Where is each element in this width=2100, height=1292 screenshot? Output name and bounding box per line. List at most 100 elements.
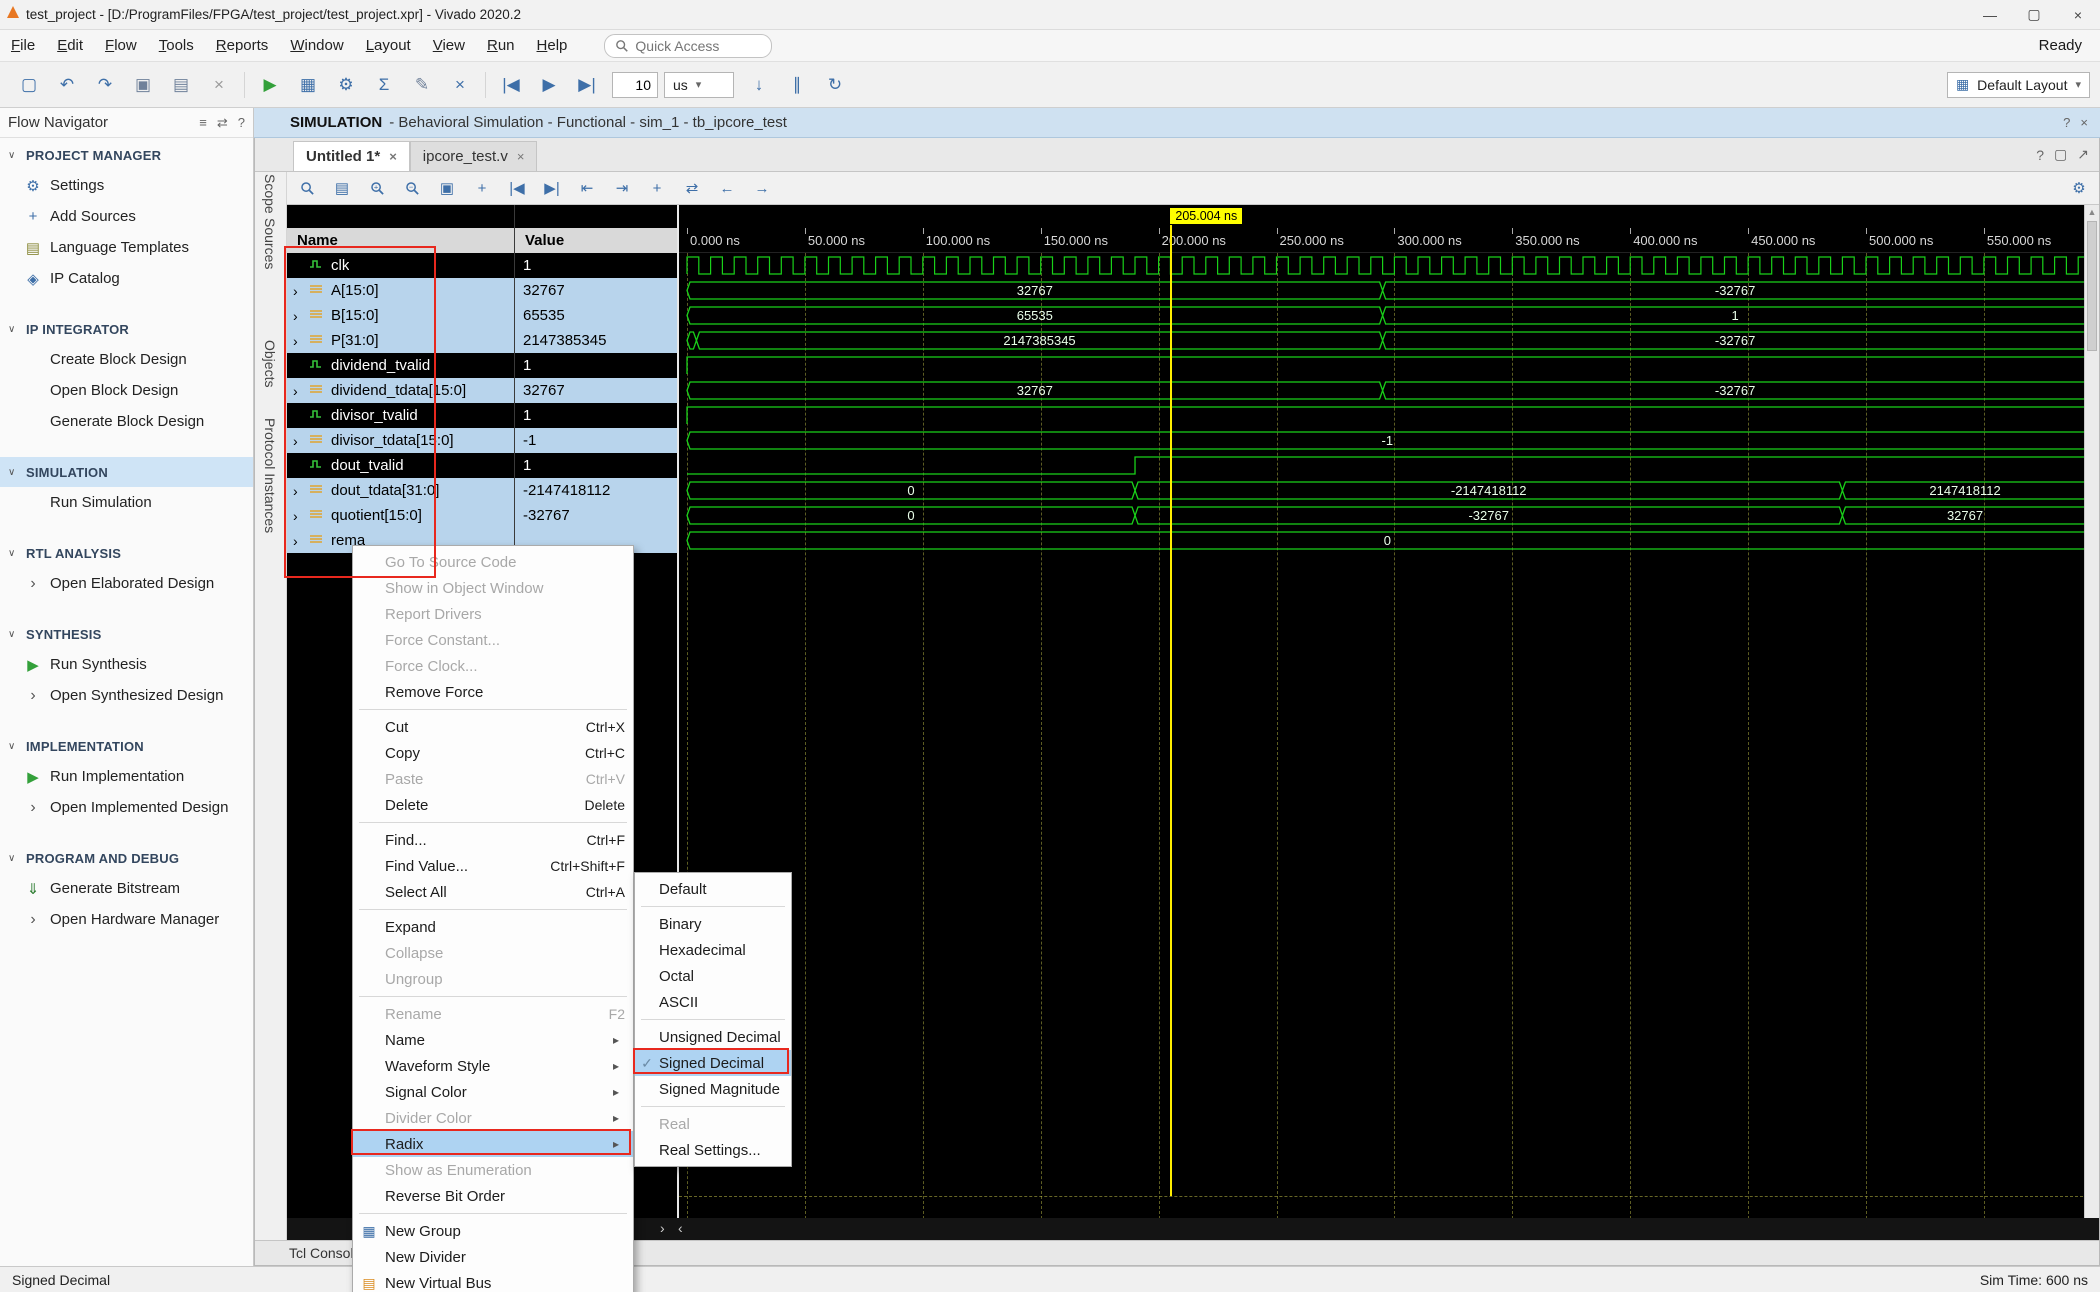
flow-item-open-implemented-design[interactable]: ›Open Implemented Design bbox=[0, 792, 253, 823]
signal-name-row-divisor-tdata-15-0[interactable]: ›divisor_tdata[15:0] bbox=[287, 428, 514, 453]
run-all-icon[interactable]: ▶ bbox=[538, 73, 560, 97]
menu-item-new-group[interactable]: ▦New Group bbox=[353, 1218, 633, 1244]
wave-row-dout-tdata-31-0[interactable]: 0-21474181122147418112 bbox=[679, 478, 2084, 503]
signal-name-row-p-31-0[interactable]: ›P[31:0] bbox=[287, 328, 514, 353]
relaunch-icon[interactable]: ↻ bbox=[824, 73, 846, 97]
menu-layout[interactable]: Layout bbox=[355, 33, 422, 58]
swap-cursors-icon[interactable]: ⇄ bbox=[682, 177, 702, 199]
swap-icon[interactable]: ⇄ bbox=[217, 115, 228, 131]
signal-name-row-dout-tvalid[interactable]: dout_tvalid bbox=[287, 453, 514, 478]
zoom-fit-icon[interactable]: ▣ bbox=[437, 177, 457, 199]
wave-row-quotient-15-0[interactable]: 0-3276732767 bbox=[679, 503, 2084, 528]
close-tab-icon[interactable]: × bbox=[389, 149, 397, 164]
menu-edit[interactable]: Edit bbox=[46, 33, 94, 58]
menu-item-signed-decimal[interactable]: ✓Signed Decimal bbox=[635, 1050, 791, 1076]
time-cursor[interactable] bbox=[1170, 225, 1172, 1196]
tab-untitled-1[interactable]: Untitled 1*× bbox=[293, 141, 410, 171]
float-icon[interactable]: ▢ bbox=[2054, 146, 2067, 163]
sigma-icon[interactable]: Σ bbox=[373, 73, 395, 97]
maximize-button[interactable]: ▢ bbox=[2012, 0, 2056, 30]
wave-row-b-15-0[interactable]: 655351 bbox=[679, 303, 2084, 328]
menu-item-radix[interactable]: Radix▸ bbox=[353, 1131, 633, 1157]
flow-item-run-synthesis[interactable]: ▶Run Synthesis bbox=[0, 649, 253, 680]
maximize-icon[interactable]: ↗ bbox=[2077, 146, 2089, 163]
expand-arrow-icon[interactable]: › bbox=[293, 333, 305, 349]
tab-ipcore-test-v[interactable]: ipcore_test.v× bbox=[410, 141, 538, 171]
undo-icon[interactable]: ↶ bbox=[56, 73, 78, 97]
settings-gear-icon[interactable]: ⚙ bbox=[335, 73, 357, 97]
copy-icon[interactable]: ▣ bbox=[132, 73, 154, 97]
signal-name-row-dout-tdata-31-0[interactable]: ›dout_tdata[31:0] bbox=[287, 478, 514, 503]
menu-item-remove-force[interactable]: Remove Force bbox=[353, 679, 633, 705]
wave-row-dividend-tdata-15-0[interactable]: 32767-32767 bbox=[679, 378, 2084, 403]
flow-item-ip-catalog[interactable]: ◈IP Catalog bbox=[0, 263, 253, 294]
expand-arrow-icon[interactable]: › bbox=[293, 308, 305, 324]
menu-item-hexadecimal[interactable]: Hexadecimal bbox=[635, 937, 791, 963]
delete-icon[interactable]: × bbox=[208, 73, 230, 97]
menu-item-reverse-bit-order[interactable]: Reverse Bit Order bbox=[353, 1183, 633, 1209]
layout-selector[interactable]: ▦ Default Layout ▾ bbox=[1947, 72, 2090, 98]
menu-item-ascii[interactable]: ASCII bbox=[635, 989, 791, 1015]
flow-item-run-simulation[interactable]: Run Simulation bbox=[0, 487, 253, 518]
close-tab-icon[interactable]: × bbox=[517, 149, 525, 164]
signal-value[interactable]: 1 bbox=[515, 453, 677, 478]
menu-reports[interactable]: Reports bbox=[205, 33, 280, 58]
expand-arrow-icon[interactable]: › bbox=[293, 433, 305, 449]
side-tab-protocol-instances[interactable]: Protocol Instances bbox=[262, 418, 278, 533]
signal-value[interactable]: 1 bbox=[515, 253, 677, 278]
expand-arrow-icon[interactable]: › bbox=[293, 483, 305, 499]
side-tab-sources[interactable]: Sources bbox=[262, 218, 278, 269]
menu-item-octal[interactable]: Octal bbox=[635, 963, 791, 989]
expand-arrow-icon[interactable]: › bbox=[293, 383, 305, 399]
signal-value[interactable]: 1 bbox=[515, 403, 677, 428]
signal-name-row-dividend-tvalid[interactable]: dividend_tvalid bbox=[287, 353, 514, 378]
flow-section-header-simulation[interactable]: ∨SIMULATION bbox=[0, 457, 253, 487]
zoom-to-cursor-icon[interactable]: + bbox=[472, 177, 492, 199]
expand-arrow-icon[interactable]: › bbox=[293, 508, 305, 524]
scroll-left-icon[interactable]: ‹ bbox=[678, 1220, 683, 1236]
menu-item-find-value[interactable]: Find Value...Ctrl+Shift+F bbox=[353, 853, 633, 879]
zoom-in-icon[interactable]: + bbox=[367, 177, 387, 199]
signal-value[interactable]: 2147385345 bbox=[515, 328, 677, 353]
flow-section-header-program-and-debug[interactable]: ∨PROGRAM AND DEBUG bbox=[0, 843, 253, 873]
menu-item-signed-magnitude[interactable]: Signed Magnitude bbox=[635, 1076, 791, 1102]
add-marker-icon[interactable]: + bbox=[647, 177, 667, 199]
menu-item-signal-color[interactable]: Signal Color▸ bbox=[353, 1079, 633, 1105]
signal-value[interactable]: -32767 bbox=[515, 503, 677, 528]
sim-runtime-input[interactable] bbox=[612, 72, 658, 98]
settings-gear-icon[interactable]: ⚙ bbox=[2069, 177, 2089, 199]
pause-icon[interactable]: ∥ bbox=[786, 73, 808, 97]
step-icon[interactable]: ↓ bbox=[748, 73, 770, 97]
wave-row-dout-tvalid[interactable] bbox=[679, 453, 2084, 478]
flow-item-open-elaborated-design[interactable]: ›Open Elaborated Design bbox=[0, 568, 253, 599]
wave-row-dividend-tvalid[interactable] bbox=[679, 353, 2084, 378]
menu-window[interactable]: Window bbox=[279, 33, 354, 58]
flow-item-open-block-design[interactable]: Open Block Design bbox=[0, 375, 253, 406]
menu-item-new-divider[interactable]: New Divider bbox=[353, 1244, 633, 1270]
go-to-end-icon[interactable]: ▶| bbox=[542, 177, 562, 199]
menu-item-new-virtual-bus[interactable]: ▤New Virtual Bus bbox=[353, 1270, 633, 1292]
open-recent-icon[interactable]: ▢ bbox=[18, 73, 40, 97]
dashboard-icon[interactable]: ▦ bbox=[297, 73, 319, 97]
next-transition-icon[interactable]: ⇥ bbox=[612, 177, 632, 199]
close-button[interactable]: × bbox=[2056, 0, 2100, 30]
signal-name-row-dividend-tdata-15-0[interactable]: ›dividend_tdata[15:0] bbox=[287, 378, 514, 403]
sim-unit-select[interactable]: us ▾ bbox=[664, 72, 734, 98]
tcl-console-tab[interactable]: Tcl Consol bbox=[289, 1245, 354, 1261]
menu-item-unsigned-decimal[interactable]: Unsigned Decimal bbox=[635, 1024, 791, 1050]
go-to-start-icon[interactable]: |◀ bbox=[507, 177, 527, 199]
menu-item-binary[interactable]: Binary bbox=[635, 911, 791, 937]
flow-item-run-implementation[interactable]: ▶Run Implementation bbox=[0, 761, 253, 792]
wave-row-rema[interactable]: 0 bbox=[679, 528, 2084, 553]
menu-flow[interactable]: Flow bbox=[94, 33, 148, 58]
help-icon[interactable]: ? bbox=[2063, 115, 2070, 130]
scroll-right-icon[interactable]: › bbox=[660, 1220, 665, 1236]
signal-name-row-b-15-0[interactable]: ›B[15:0] bbox=[287, 303, 514, 328]
flow-section-header-project-manager[interactable]: ∨PROJECT MANAGER bbox=[0, 140, 253, 170]
menu-tools[interactable]: Tools bbox=[148, 33, 205, 58]
vertical-scrollbar-thumb[interactable] bbox=[2087, 221, 2097, 351]
restart-icon[interactable]: |◀ bbox=[500, 73, 522, 97]
save-icon[interactable]: ▤ bbox=[332, 177, 352, 199]
quick-access-input[interactable] bbox=[635, 38, 755, 54]
side-tab-scope[interactable]: Scope bbox=[262, 174, 278, 214]
